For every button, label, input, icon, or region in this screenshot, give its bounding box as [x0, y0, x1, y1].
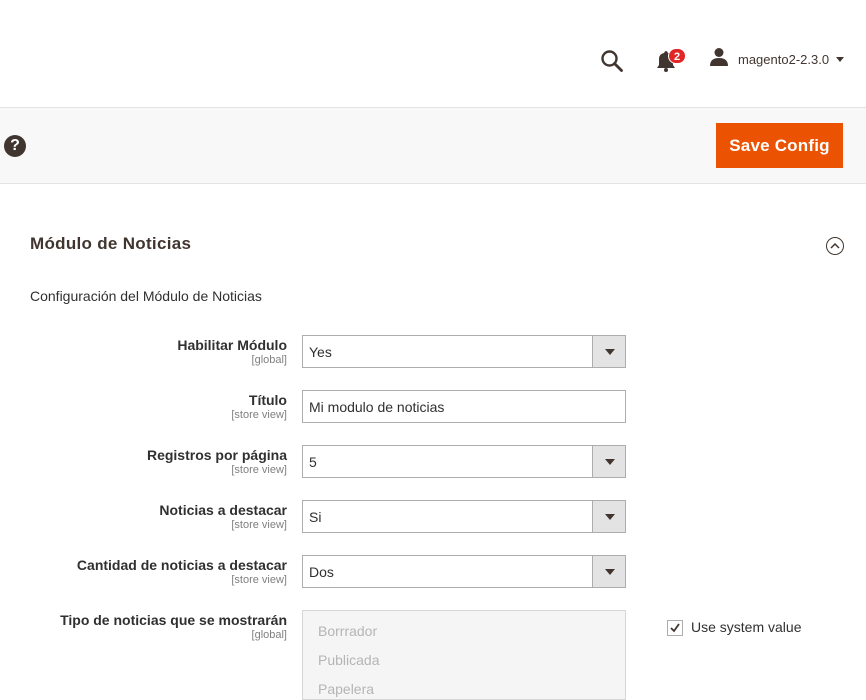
select-value: 5 — [309, 454, 317, 470]
chevron-down-icon — [592, 501, 625, 532]
field-row-registros-por-pagina: Registros por página [store view] 5 — [0, 445, 866, 485]
titulo-input[interactable] — [302, 390, 626, 423]
multiselect-option[interactable]: Papelera — [318, 681, 374, 697]
field-label: Noticias a destacar [store view] — [159, 502, 287, 532]
multiselect-option[interactable]: Borrrador — [318, 623, 377, 639]
habilitar-modulo-select[interactable]: Yes — [302, 335, 626, 368]
tipo-noticias-multiselect[interactable]: Borrrador Publicada Papelera — [302, 610, 626, 700]
section-title[interactable]: Módulo de Noticias — [30, 234, 191, 254]
save-config-button[interactable]: Save Config — [716, 123, 843, 168]
field-label: Habilitar Módulo [global] — [177, 337, 287, 367]
use-system-value-checkbox[interactable] — [667, 620, 683, 636]
user-icon — [709, 47, 729, 72]
field-scope: [store view] — [231, 464, 287, 476]
chevron-down-icon — [592, 336, 625, 367]
field-label-text: Título — [248, 392, 287, 408]
select-value: Dos — [309, 564, 334, 580]
field-label-text: Habilitar Módulo — [177, 337, 287, 353]
field-row-titulo: Título [store view] — [0, 390, 866, 430]
field-row-noticias-a-destacar: Noticias a destacar [store view] Si — [0, 500, 866, 540]
field-row-habilitar-modulo: Habilitar Módulo [global] Yes — [0, 335, 866, 375]
field-scope: [store view] — [231, 409, 287, 421]
section-description: Configuración del Módulo de Noticias — [30, 288, 262, 304]
field-label: Tipo de noticias que se mostrarán [globa… — [60, 612, 287, 642]
multiselect-option[interactable]: Publicada — [318, 652, 380, 668]
registros-por-pagina-select[interactable]: 5 — [302, 445, 626, 478]
field-label-text: Registros por página — [146, 447, 287, 463]
use-system-value-label[interactable]: Use system value — [691, 619, 801, 635]
user-name: magento2-2.3.0 — [738, 51, 830, 67]
cantidad-noticias-select[interactable]: Dos — [302, 555, 626, 588]
chevron-down-icon — [592, 446, 625, 477]
user-account-menu[interactable]: magento2-2.3.0 — [709, 47, 845, 72]
field-label: Registros por página [store view] — [147, 447, 287, 477]
collapse-icon[interactable] — [826, 237, 844, 255]
chevron-down-icon — [836, 56, 845, 62]
field-scope: [global] — [251, 354, 287, 366]
help-icon[interactable]: ? — [4, 135, 26, 157]
field-scope: [store view] — [231, 574, 287, 586]
select-value: Si — [309, 509, 322, 525]
field-scope: [global] — [251, 629, 287, 641]
noticias-a-destacar-select[interactable]: Si — [302, 500, 626, 533]
field-row-cantidad-noticias: Cantidad de noticias a destacar [store v… — [0, 555, 866, 595]
select-value: Yes — [309, 344, 332, 360]
search-icon[interactable] — [600, 49, 624, 73]
field-label: Cantidad de noticias a destacar [store v… — [77, 557, 287, 587]
chevron-down-icon — [592, 556, 625, 587]
field-scope: [store view] — [231, 519, 287, 531]
field-label-text: Cantidad de noticias a destacar — [76, 557, 287, 573]
field-label: Título [store view] — [231, 392, 287, 422]
checkmark-icon — [670, 623, 680, 633]
admin-header: 2 magento2-2.3.0 — [0, 0, 866, 108]
notification-count-badge[interactable]: 2 — [668, 48, 686, 64]
field-label-text: Noticias a destacar — [159, 502, 287, 518]
field-label-text: Tipo de noticias que se mostrarán — [60, 612, 287, 628]
